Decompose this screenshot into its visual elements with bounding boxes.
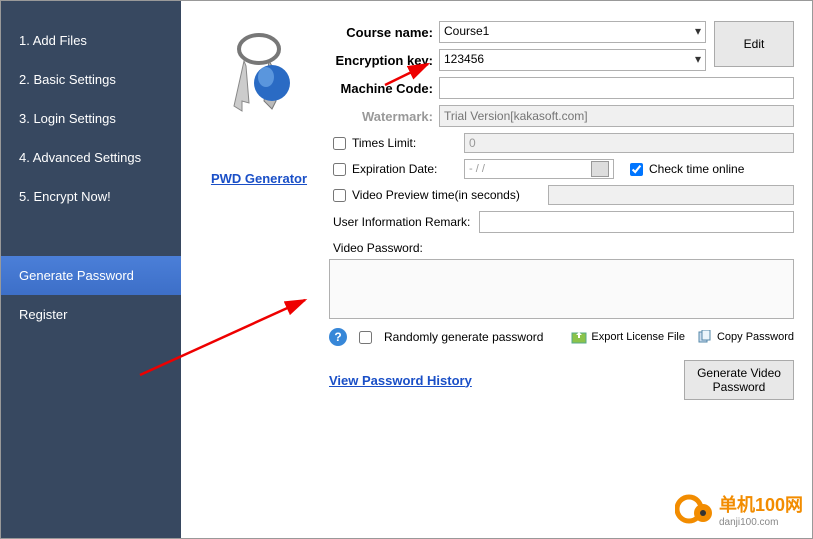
preview-label: Video Preview time(in seconds) xyxy=(352,188,542,202)
sidebar-item-encrypt-now[interactable]: 5. Encrypt Now! xyxy=(1,177,181,216)
export-icon xyxy=(571,330,587,344)
encryption-key-label: Encryption key: xyxy=(329,53,439,68)
encryption-key-select[interactable]: 123456 xyxy=(439,49,706,71)
video-password-label: Video Password: xyxy=(329,241,794,255)
times-limit-input xyxy=(464,133,794,153)
main-panel: PWD Generator Course name: Course1 Encry… xyxy=(181,1,812,538)
copy-icon xyxy=(697,330,713,344)
sidebar-item-login-settings[interactable]: 3. Login Settings xyxy=(1,99,181,138)
watermark-label: Watermark: xyxy=(329,109,439,124)
export-license-link[interactable]: Export License File xyxy=(571,330,685,344)
course-name-label: Course name: xyxy=(329,25,439,40)
logo-icon xyxy=(675,489,715,529)
machine-code-label: Machine Code: xyxy=(329,81,439,96)
logo-brand: 单机100网 xyxy=(719,491,803,517)
video-password-textarea[interactable] xyxy=(329,259,794,319)
times-limit-label: Times Limit: xyxy=(352,136,458,150)
random-checkbox[interactable] xyxy=(359,331,372,344)
watermark-logo: 单机100网 danji100.com xyxy=(675,489,803,529)
help-icon[interactable]: ? xyxy=(329,328,347,346)
machine-code-input[interactable] xyxy=(439,77,794,99)
course-name-select[interactable]: Course1 xyxy=(439,21,706,43)
sidebar-item-basic-settings[interactable]: 2. Basic Settings xyxy=(1,60,181,99)
random-label: Randomly generate password xyxy=(384,330,543,344)
expiration-date-input[interactable]: - / / xyxy=(464,159,614,179)
pwd-generator-link[interactable]: PWD Generator xyxy=(211,171,307,186)
expiration-label: Expiration Date: xyxy=(352,162,458,176)
sidebar: 1. Add Files 2. Basic Settings 3. Login … xyxy=(1,1,181,538)
preview-checkbox[interactable] xyxy=(333,189,346,202)
remark-label: User Information Remark: xyxy=(329,215,479,229)
preview-input[interactable] xyxy=(548,185,794,205)
sidebar-item-add-files[interactable]: 1. Add Files xyxy=(1,21,181,60)
logo-domain: danji100.com xyxy=(719,517,803,528)
check-time-checkbox[interactable] xyxy=(630,163,643,176)
copy-password-link[interactable]: Copy Password xyxy=(697,330,794,344)
keys-icon xyxy=(214,31,304,131)
view-password-history-link[interactable]: View Password History xyxy=(329,373,472,388)
calendar-icon[interactable] xyxy=(591,161,609,177)
times-limit-checkbox[interactable] xyxy=(333,137,346,150)
sidebar-item-register[interactable]: Register xyxy=(1,295,181,334)
check-time-label: Check time online xyxy=(649,162,744,176)
expiration-checkbox[interactable] xyxy=(333,163,346,176)
edit-button[interactable]: Edit xyxy=(714,21,794,67)
watermark-input xyxy=(439,105,794,127)
sidebar-item-advanced-settings[interactable]: 4. Advanced Settings xyxy=(1,138,181,177)
sidebar-item-generate-password[interactable]: Generate Password xyxy=(1,256,181,295)
remark-input[interactable] xyxy=(479,211,794,233)
generate-video-password-button[interactable]: Generate Video Password xyxy=(684,360,794,400)
